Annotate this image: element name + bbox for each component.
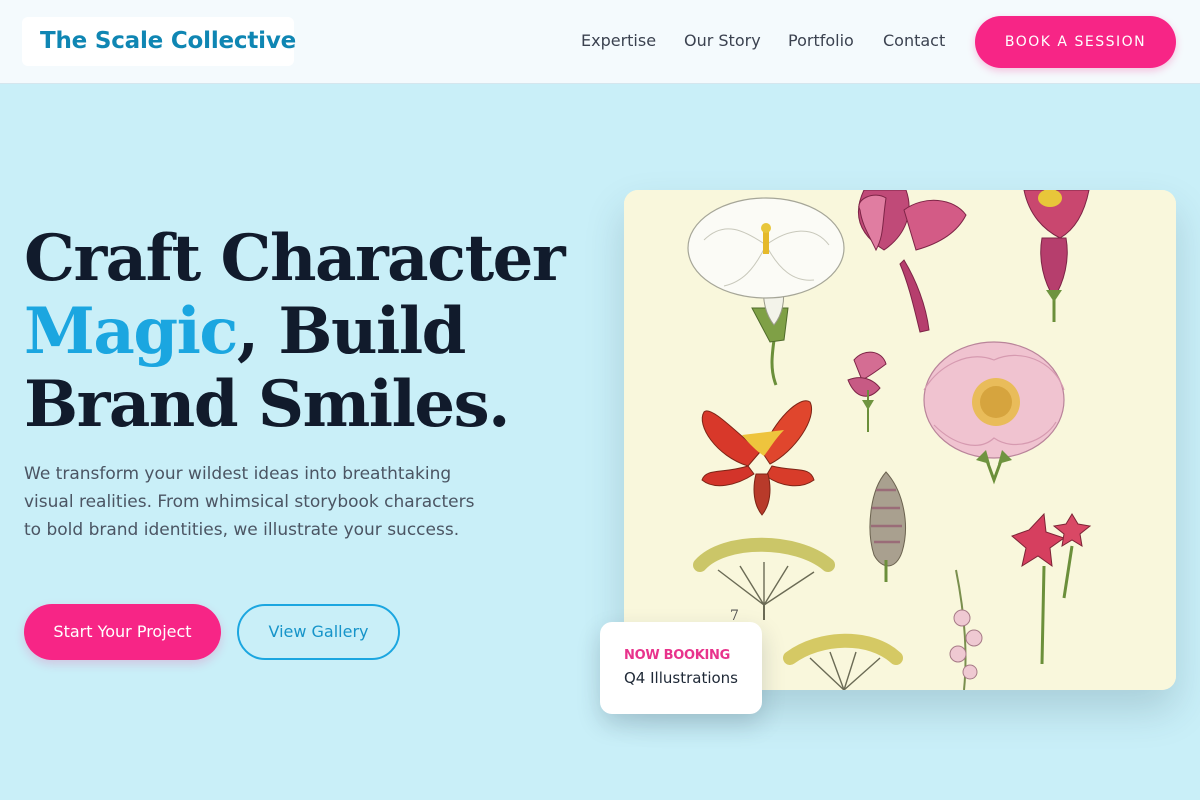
nav-link-expertise[interactable]: Expertise: [581, 31, 656, 51]
headline-line-2-rest: , Build: [236, 294, 467, 369]
book-session-button[interactable]: BOOK A SESSION: [975, 16, 1176, 68]
view-gallery-button[interactable]: View Gallery: [237, 604, 400, 660]
nav-link-contact[interactable]: Contact: [883, 31, 945, 51]
nav-link-our-story[interactable]: Our Story: [684, 31, 761, 51]
headline-accent-word: Magic: [24, 294, 238, 369]
headline-line-3: Brand Smiles.: [24, 367, 510, 442]
botanical-illustration: 7: [624, 190, 1176, 690]
site-logo[interactable]: The Scale Collective: [22, 17, 296, 66]
nav-link-portfolio[interactable]: Portfolio: [788, 31, 854, 51]
now-booking-card: NOW BOOKING Q4 Illustrations: [600, 622, 762, 714]
headline-line-1: Craft Character: [24, 221, 566, 296]
booking-tag: NOW BOOKING: [624, 648, 730, 663]
start-project-button[interactable]: Start Your Project: [24, 604, 221, 660]
headline-line-2: Magic, Build: [24, 295, 584, 368]
hero-description: We transform your wildest ideas into bre…: [24, 464, 475, 540]
hero-headline: Craft Character Magic, Build Brand Smile…: [24, 222, 584, 441]
top-navigation-bar: The Scale Collective Expertise Our Story…: [0, 0, 1200, 84]
booking-text: Q4 Illustrations: [624, 669, 738, 687]
hero-botanical-image: 7: [624, 190, 1176, 690]
